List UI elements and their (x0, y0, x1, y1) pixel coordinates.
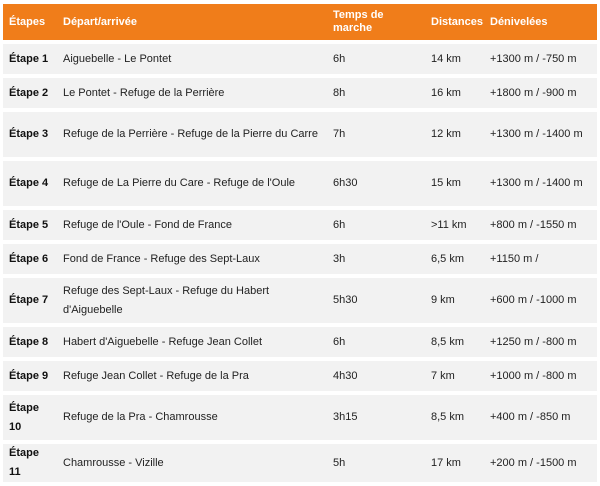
route-cell: Refuge de la Perrière - Refuge de la Pie… (57, 112, 327, 157)
elevation-cell: +1300 m / -750 m (484, 44, 597, 74)
stage-cell: Étape 9 (3, 361, 57, 391)
header-depart: Départ/arrivée (57, 4, 327, 40)
table-row: Étape 1 Aiguebelle - Le Pontet 6h 14 km … (3, 44, 597, 74)
elevation-cell: +1300 m / -1400 m (484, 161, 597, 206)
stage-cell: Étape 5 (3, 210, 57, 240)
table-row: Étape 7 Refuge des Sept-Laux - Refuge du… (3, 278, 597, 323)
distance-cell: 6,5 km (425, 244, 484, 274)
table-row: Étape 4 Refuge de La Pierre du Care - Re… (3, 161, 597, 206)
table-row: Étape 11 Chamrousse - Vizille 5h 17 km +… (3, 444, 597, 482)
stage-cell: Étape 10 (3, 395, 57, 440)
time-cell: 6h (327, 210, 425, 240)
distance-cell: 8,5 km (425, 395, 484, 440)
distance-cell: 16 km (425, 78, 484, 108)
route-cell: Le Pontet - Refuge de la Perrière (57, 78, 327, 108)
time-cell: 5h (327, 444, 425, 482)
time-cell: 3h (327, 244, 425, 274)
distance-cell: 7 km (425, 361, 484, 391)
distance-cell: 9 km (425, 278, 484, 323)
stage-cell: Étape 1 (3, 44, 57, 74)
elevation-cell: +1150 m / (484, 244, 597, 274)
table-row: Étape 10 Refuge de la Pra - Chamrousse 3… (3, 395, 597, 440)
stages-table-container: Étapes Départ/arrivée Temps de marche Di… (3, 0, 597, 486)
table-row: Étape 5 Refuge de l'Oule - Fond de Franc… (3, 210, 597, 240)
route-cell: Aiguebelle - Le Pontet (57, 44, 327, 74)
distance-cell: 8,5 km (425, 327, 484, 357)
stage-cell: Étape 2 (3, 78, 57, 108)
time-cell: 3h15 (327, 395, 425, 440)
header-temps: Temps de marche (327, 4, 425, 40)
distance-cell: 12 km (425, 112, 484, 157)
time-cell: 6h (327, 44, 425, 74)
table-row: Étape 6 Fond de France - Refuge des Sept… (3, 244, 597, 274)
distance-cell: 15 km (425, 161, 484, 206)
stage-cell: Étape 7 (3, 278, 57, 323)
time-cell: 5h30 (327, 278, 425, 323)
table-row: Étape 8 Habert d'Aiguebelle - Refuge Jea… (3, 327, 597, 357)
route-cell: Refuge de La Pierre du Care - Refuge de … (57, 161, 327, 206)
distance-cell: 17 km (425, 444, 484, 482)
elevation-cell: +1800 m / -900 m (484, 78, 597, 108)
header-denivelees: Dénivelées (484, 4, 597, 40)
route-cell: Fond de France - Refuge des Sept-Laux (57, 244, 327, 274)
stages-table: Étapes Départ/arrivée Temps de marche Di… (3, 0, 597, 486)
elevation-cell: +1300 m / -1400 m (484, 112, 597, 157)
time-cell: 8h (327, 78, 425, 108)
header-etapes: Étapes (3, 4, 57, 40)
time-cell: 6h30 (327, 161, 425, 206)
route-cell: Refuge de l'Oule - Fond de France (57, 210, 327, 240)
stage-cell: Étape 6 (3, 244, 57, 274)
time-cell: 7h (327, 112, 425, 157)
route-cell: Refuge des Sept-Laux - Refuge du Habert … (57, 278, 327, 323)
route-cell: Refuge Jean Collet - Refuge de la Pra (57, 361, 327, 391)
stage-cell: Étape 11 (3, 444, 57, 482)
distance-cell: >11 km (425, 210, 484, 240)
distance-cell: 14 km (425, 44, 484, 74)
elevation-cell: +600 m / -1000 m (484, 278, 597, 323)
stage-cell: Étape 4 (3, 161, 57, 206)
elevation-cell: +400 m / -850 m (484, 395, 597, 440)
table-header-row: Étapes Départ/arrivée Temps de marche Di… (3, 4, 597, 40)
header-distances: Distances (425, 4, 484, 40)
time-cell: 6h (327, 327, 425, 357)
elevation-cell: +1000 m / -800 m (484, 361, 597, 391)
table-row: Étape 2 Le Pontet - Refuge de la Perrièr… (3, 78, 597, 108)
table-row: Étape 9 Refuge Jean Collet - Refuge de l… (3, 361, 597, 391)
route-cell: Chamrousse - Vizille (57, 444, 327, 482)
elevation-cell: +200 m / -1500 m (484, 444, 597, 482)
time-cell: 4h30 (327, 361, 425, 391)
table-row: Étape 3 Refuge de la Perrière - Refuge d… (3, 112, 597, 157)
route-cell: Refuge de la Pra - Chamrousse (57, 395, 327, 440)
stage-cell: Étape 3 (3, 112, 57, 157)
elevation-cell: +800 m / -1550 m (484, 210, 597, 240)
route-cell: Habert d'Aiguebelle - Refuge Jean Collet (57, 327, 327, 357)
stage-cell: Étape 8 (3, 327, 57, 357)
elevation-cell: +1250 m / -800 m (484, 327, 597, 357)
